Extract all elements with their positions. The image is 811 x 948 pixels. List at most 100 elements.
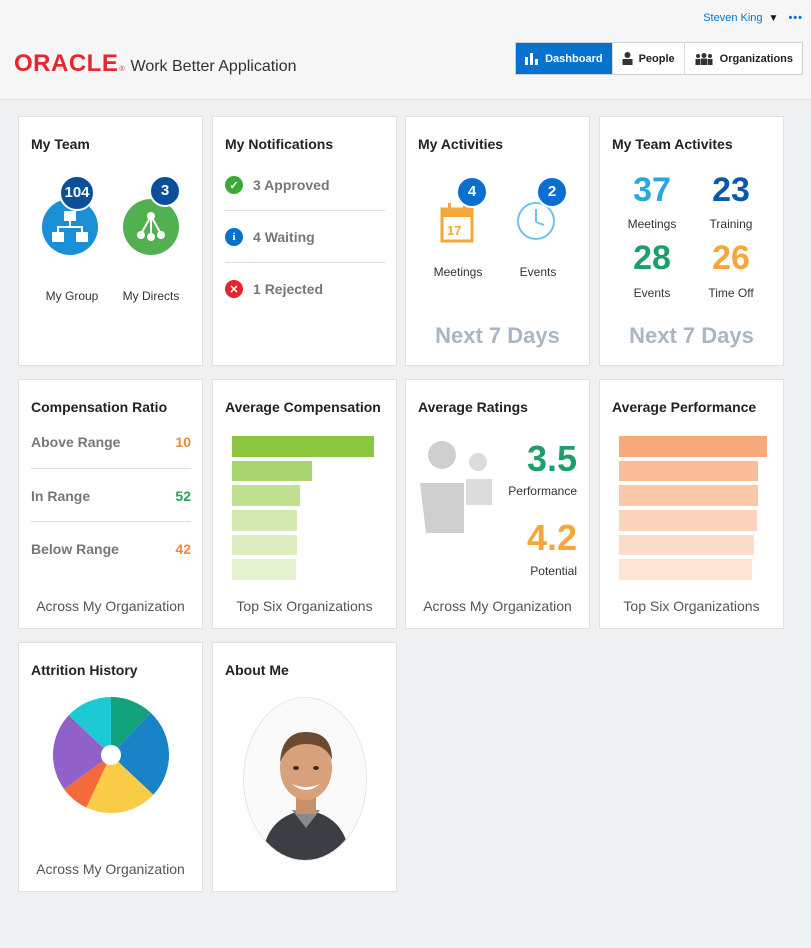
in-range-label: In Range	[31, 488, 91, 504]
nav-people-button[interactable]: People	[611, 43, 684, 74]
average-ratings-card[interactable]: Average Ratings 3.5 Performance 4.2 Pote…	[405, 379, 590, 629]
in-range-row[interactable]: In Range 52	[31, 481, 191, 511]
above-range-value: 10	[175, 434, 191, 450]
compensation-bar[interactable]	[232, 534, 298, 556]
above-range-label: Above Range	[31, 434, 121, 450]
waiting-label: Waiting	[264, 229, 315, 245]
user-name[interactable]: Steven King	[703, 12, 762, 24]
check-icon: ✓	[225, 176, 243, 194]
card-footer: Across My Organization	[423, 598, 572, 614]
nav-dashboard-label: Dashboard	[545, 52, 603, 65]
card-footer: Across My Organization	[36, 598, 185, 614]
card-title: Compensation Ratio	[31, 399, 168, 415]
performance-bar[interactable]	[619, 436, 767, 457]
nav-organizations-label: Organizations	[719, 52, 793, 65]
info-icon: i	[225, 228, 243, 246]
performance-bar[interactable]	[619, 485, 759, 506]
below-range-label: Below Range	[31, 541, 119, 557]
team-training-value: 23	[712, 171, 750, 209]
my-directs-button[interactable]	[123, 199, 179, 255]
team-meetings-value: 37	[633, 171, 671, 209]
registered-mark: ®	[119, 66, 125, 73]
my-directs-label: My Directs	[122, 289, 180, 303]
divider	[225, 262, 385, 263]
performance-label: Performance	[508, 484, 577, 498]
attrition-pie-chart	[52, 697, 169, 813]
oracle-logo: ORACLE ® Work Better Application	[14, 50, 297, 78]
brand-name: ORACLE	[14, 50, 119, 77]
nav-dashboard-button[interactable]: Dashboard	[516, 43, 612, 74]
notification-approved[interactable]: ✓ 3 Approved	[225, 165, 385, 205]
rejected-count: 1	[253, 281, 261, 297]
potential-label: Potential	[530, 564, 577, 578]
performance-bar[interactable]	[619, 510, 757, 531]
compensation-bar[interactable]	[232, 436, 374, 457]
card-title: My Team	[31, 136, 90, 152]
waiting-count: 4	[253, 229, 261, 245]
nav-people-label: People	[638, 52, 675, 65]
pie-center	[101, 745, 121, 765]
card-title: Average Compensation	[225, 399, 381, 415]
card-title: My Notifications	[225, 136, 334, 152]
people-silhouette-icon	[420, 441, 492, 533]
compensation-bar[interactable]	[232, 485, 301, 506]
attrition-history-card[interactable]: Attrition History Across My Organization	[18, 642, 203, 892]
compensation-ratio-card[interactable]: Compensation Ratio Above Range 10 In Ran…	[18, 379, 203, 629]
period-label: Next 7 Days	[435, 323, 560, 348]
user-menu[interactable]: Steven King ▼ •••	[703, 12, 803, 24]
avatar-portrait	[244, 698, 366, 860]
main-nav: Dashboard People Organizations	[515, 42, 803, 75]
my-team-card[interactable]: My Team 104 My Group 3 My Directs	[18, 116, 203, 366]
card-title: My Team Activites	[612, 136, 733, 152]
team-events-label: Events	[633, 286, 671, 300]
group-count-badge: 104	[59, 175, 95, 211]
potential-value: 4.2	[526, 517, 577, 558]
performance-bar[interactable]	[619, 534, 754, 556]
profile-photo[interactable]	[243, 697, 367, 861]
compensation-bar[interactable]	[232, 510, 298, 531]
compensation-bar[interactable]	[232, 460, 312, 482]
average-performance-card[interactable]: Average Performance Top Six Organization…	[599, 379, 784, 629]
my-group-label: My Group	[45, 289, 99, 303]
caret-down-icon[interactable]: ▼	[769, 13, 779, 24]
my-team-activities-card[interactable]: My Team Activites 37 Meetings 23 Trainin…	[599, 116, 784, 366]
divider	[31, 521, 191, 522]
above-range-row[interactable]: Above Range 10	[31, 427, 191, 457]
performance-bar-chart	[619, 436, 767, 584]
events-label: Events	[519, 265, 557, 279]
below-range-row[interactable]: Below Range 42	[31, 534, 191, 564]
performance-value: 3.5	[526, 438, 577, 479]
rejected-label: Rejected	[264, 281, 324, 297]
directs-count-badge: 3	[149, 175, 181, 207]
performance-bar[interactable]	[619, 460, 759, 482]
compensation-bar-chart	[232, 436, 374, 584]
divider	[225, 210, 385, 211]
app-name: Work Better Application	[130, 58, 297, 75]
team-timeoff-label: Time Off	[708, 286, 754, 300]
performance-bar[interactable]	[619, 559, 753, 580]
card-title: My Activities	[418, 136, 504, 152]
divider	[31, 468, 191, 469]
group-icon	[695, 52, 713, 65]
approved-count: 3	[253, 177, 261, 193]
in-range-value: 52	[175, 488, 191, 504]
period-label: Next 7 Days	[629, 323, 754, 348]
compensation-bar[interactable]	[232, 559, 296, 580]
card-title: Attrition History	[31, 662, 138, 678]
calendar-day: 17	[447, 223, 462, 238]
my-notifications-card[interactable]: My Notifications ✓ 3 Approved i 4 Waitin…	[212, 116, 397, 366]
my-activities-card[interactable]: My Activities 17 4 Meetings 2 Events Nex…	[405, 116, 590, 366]
more-icon[interactable]: •••	[788, 12, 803, 24]
approved-label: Approved	[264, 177, 330, 193]
notification-waiting[interactable]: i 4 Waiting	[225, 217, 385, 257]
about-me-card[interactable]: About Me	[212, 642, 397, 892]
card-footer: Top Six Organizations	[236, 598, 373, 614]
average-compensation-card[interactable]: Average Compensation Top Six Organizatio…	[212, 379, 397, 629]
nav-organizations-button[interactable]: Organizations	[683, 43, 802, 74]
card-title: About Me	[225, 662, 289, 678]
hierarchy-icon	[137, 212, 165, 241]
team-meetings-label: Meetings	[627, 217, 677, 231]
card-footer: Across My Organization	[36, 861, 185, 877]
meetings-label: Meetings	[433, 265, 483, 279]
notification-rejected[interactable]: ✕ 1 Rejected	[225, 269, 385, 309]
